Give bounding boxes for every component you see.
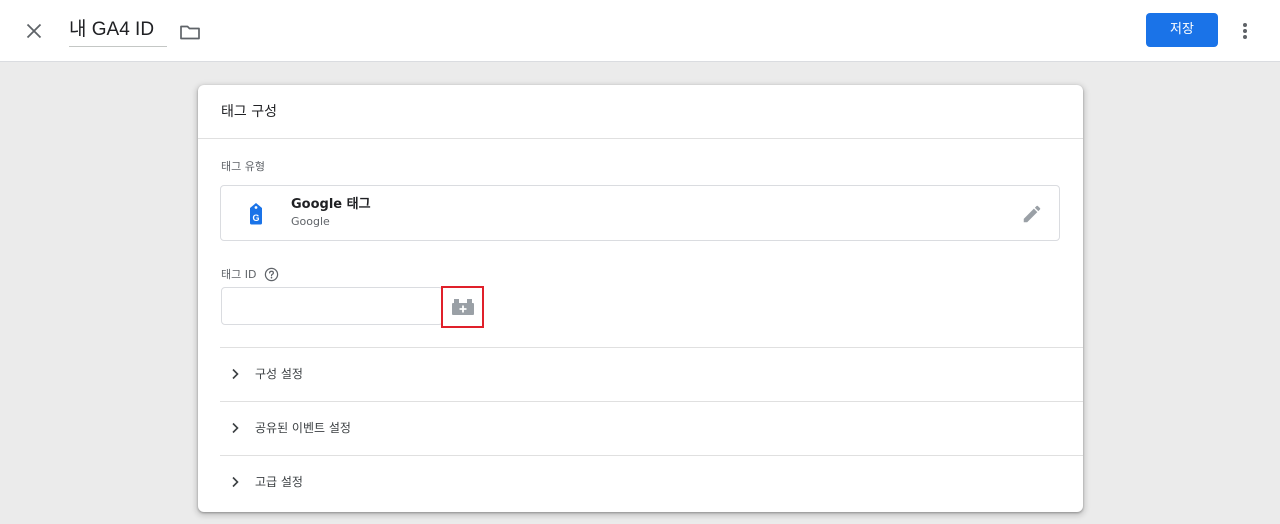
close-icon[interactable] [22,19,46,43]
tag-id-label: 태그 ID [221,268,257,281]
tag-type-vendor: Google [291,215,330,228]
variable-brick-icon [452,299,474,315]
accordion-advanced-settings[interactable]: 고급 설정 [220,455,1083,509]
svg-text:G: G [252,213,259,223]
card-header: 태그 구성 [198,85,1083,139]
tag-configuration-card: 태그 구성 태그 유형 G Google 태그 Google 태그 ID 구성 … [198,85,1083,512]
tag-id-input[interactable] [221,287,443,325]
tag-name-field[interactable]: 내 GA4 ID [69,17,167,47]
accordion-label: 공유된 이벤트 설정 [255,421,351,435]
google-tag-icon: G [247,202,265,226]
chevron-right-icon [226,473,244,491]
chevron-right-icon [226,365,244,383]
accordion-label: 구성 설정 [255,367,303,381]
folder-icon[interactable] [178,20,202,44]
top-bar: 내 GA4 ID 저장 [0,0,1280,62]
edit-pencil-icon[interactable] [1021,203,1043,225]
tag-type-label: 태그 유형 [221,160,265,173]
tag-type-name: Google 태그 [291,197,371,212]
accordion-label: 고급 설정 [255,475,303,489]
tag-type-selector[interactable]: G Google 태그 Google [220,185,1060,241]
more-vert-icon[interactable] [1233,19,1257,43]
tag-name-text: 내 GA4 ID [69,19,155,40]
help-icon[interactable] [264,267,279,282]
card-title: 태그 구성 [221,104,277,120]
accordion-config-settings[interactable]: 구성 설정 [220,347,1083,401]
save-button[interactable]: 저장 [1146,13,1218,47]
insert-variable-button[interactable] [441,286,484,328]
chevron-right-icon [226,419,244,437]
accordion-shared-event-settings[interactable]: 공유된 이벤트 설정 [220,401,1083,455]
